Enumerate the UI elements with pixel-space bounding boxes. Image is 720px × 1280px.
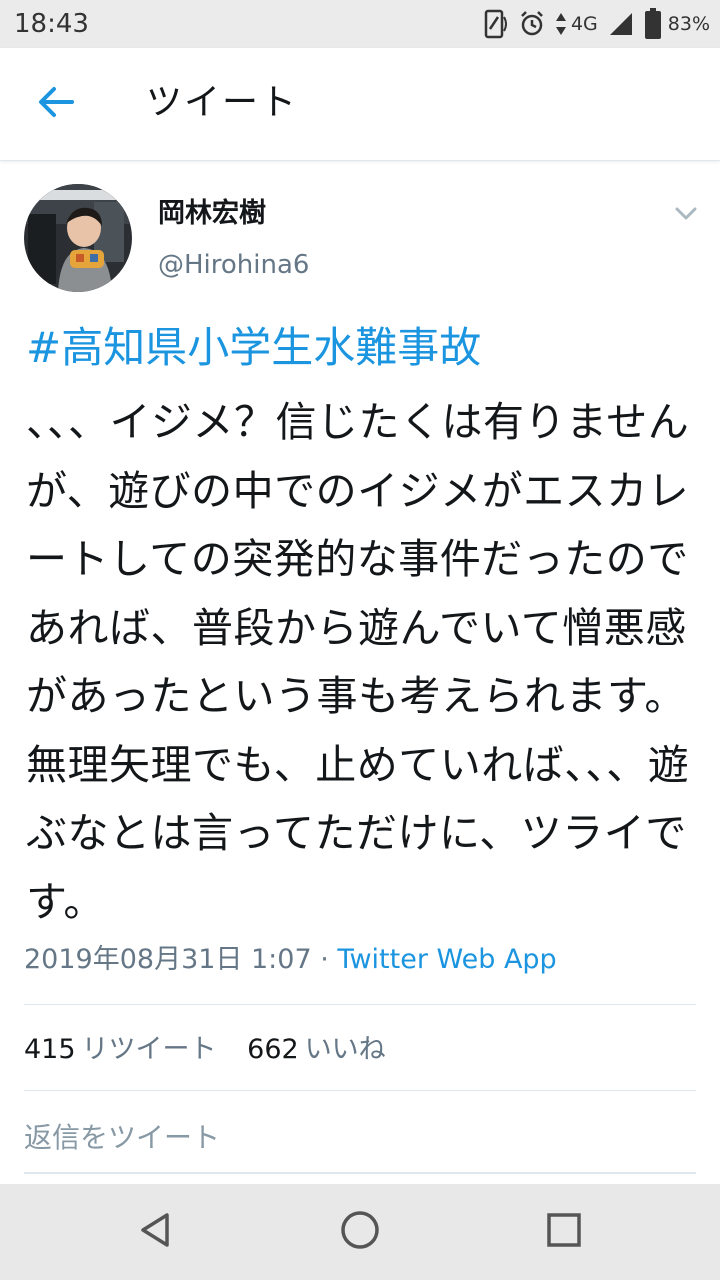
reply-input-underline xyxy=(24,1172,696,1174)
author-handle[interactable]: @Hirohina6 xyxy=(158,248,309,282)
arrow-left-icon xyxy=(38,86,74,122)
like-count: 662 xyxy=(247,1034,299,1065)
author-display-name[interactable]: 岡林宏樹 xyxy=(158,196,266,232)
tweet-menu-button[interactable] xyxy=(666,198,706,232)
divider xyxy=(24,1090,696,1091)
nav-back-button[interactable] xyxy=(126,1202,186,1262)
status-time: 18:43 xyxy=(14,9,89,39)
tweet-timestamp[interactable]: 2019年08月31日 1:07 xyxy=(24,944,312,975)
hashtag-link[interactable]: #高知県小学生水難事故 xyxy=(26,318,481,378)
data-arrows-icon xyxy=(555,11,567,37)
nav-recents-button[interactable] xyxy=(534,1202,594,1262)
circle-home-icon xyxy=(339,1209,381,1255)
triangle-back-icon xyxy=(136,1210,176,1254)
tweet-meta: 2019年08月31日 1:07 · Twitter Web App xyxy=(24,940,557,980)
chevron-down-icon xyxy=(675,206,697,225)
retweet-count: 415 xyxy=(24,1034,76,1065)
app-bar: ツイート xyxy=(0,48,720,161)
retweets-stat[interactable]: 415 リツイート xyxy=(24,1034,225,1065)
system-nav-bar xyxy=(0,1184,720,1280)
status-icons: 4G 83% xyxy=(483,6,710,42)
likes-stat[interactable]: 662 いいね xyxy=(247,1034,386,1065)
square-recents-icon xyxy=(545,1211,583,1253)
back-button[interactable] xyxy=(30,78,82,130)
nav-home-button[interactable] xyxy=(330,1202,390,1262)
tweet-source-link[interactable]: Twitter Web App xyxy=(337,944,556,975)
network-type: 4G xyxy=(570,13,598,35)
tweet-stats: 415 リツイート 662 いいね xyxy=(24,1030,408,1070)
screen-rotate-icon xyxy=(483,9,509,39)
battery-icon xyxy=(644,8,662,40)
battery-percent: 83% xyxy=(667,13,710,35)
retweet-label: リツイート xyxy=(81,1034,217,1065)
alarm-icon xyxy=(519,10,545,38)
like-label: いいね xyxy=(304,1034,386,1065)
reply-input[interactable]: 返信をツイート xyxy=(24,1118,696,1162)
status-bar: 18:43 4G 83% xyxy=(0,0,720,48)
signal-icon xyxy=(608,11,634,37)
avatar[interactable] xyxy=(24,184,132,292)
tweet-text: 、、、イジメ？信じたくは有りませんが、遊びの中でのイジメがエスカレートしての突発… xyxy=(26,398,690,926)
meta-separator: · xyxy=(320,944,329,975)
divider xyxy=(24,1004,696,1005)
page-title: ツイート xyxy=(146,82,299,123)
